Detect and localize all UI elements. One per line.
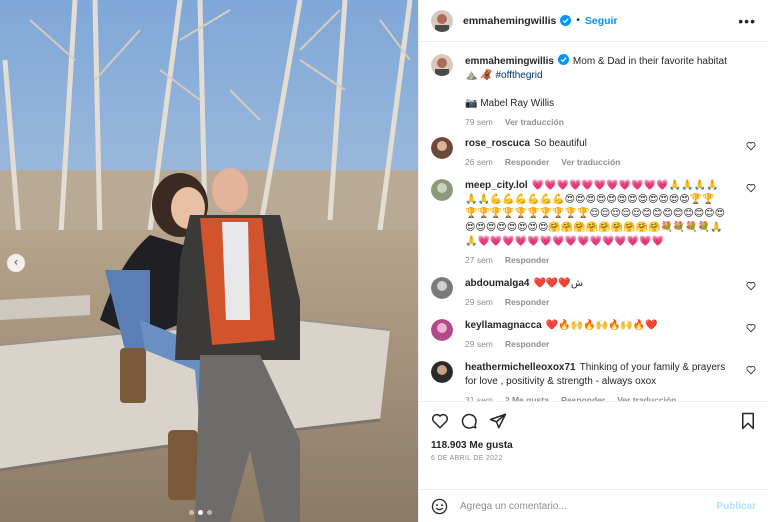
post-actions: 118.903 Me gusta 6 DE ABRIL DE 2022 xyxy=(419,401,768,489)
comment-item: rose_roscuca So beautiful 26 sem Responde… xyxy=(431,137,756,169)
instagram-post: ‹ emmahemingwillis • Seguir ••• emmahemi… xyxy=(0,0,768,522)
author-avatar[interactable] xyxy=(431,9,453,32)
like-comment-heart-icon[interactable] xyxy=(746,365,756,375)
previous-photo-button[interactable]: ‹ xyxy=(7,254,25,272)
verified-badge-icon xyxy=(557,54,569,65)
comment-meta: 29 sem Responder xyxy=(465,337,727,351)
comment-text: ❤️🔥🙌🔥🙌🔥🙌🔥❤️ xyxy=(545,320,658,331)
commenter-avatar[interactable] xyxy=(431,137,453,159)
commenter-avatar[interactable] xyxy=(431,179,453,201)
like-comment-heart-icon[interactable] xyxy=(746,281,756,291)
comment-body: abdoumalga4 ❤️❤️❤️ش 29 sem Responder xyxy=(465,277,727,309)
commenter-username[interactable]: meep_city.lol xyxy=(465,180,528,191)
more-options-icon[interactable]: ••• xyxy=(738,13,756,29)
post-photo[interactable]: ‹ xyxy=(0,0,418,522)
like-comment-heart-icon[interactable] xyxy=(746,183,756,193)
comment-text: ❤️❤️❤️ش xyxy=(533,278,584,289)
commenter-avatar[interactable] xyxy=(431,319,453,341)
emoji-smiley-icon[interactable] xyxy=(431,498,448,515)
reply-button[interactable]: Responder xyxy=(505,295,549,309)
comment-meta: 29 sem Responder xyxy=(465,295,727,309)
like-comment-heart-icon[interactable] xyxy=(746,141,756,151)
comment-item: meep_city.lol 💗💗💗💗💗💗💗💗💗💗💗🙏🙏🙏🙏🙏🙏💪💪💪💪💪💪😍😍😍😍… xyxy=(431,179,756,267)
comment-item: keyllamagnacca ❤️🔥🙌🔥🙌🔥🙌🔥❤️ 29 sem Respond… xyxy=(431,319,756,351)
commenter-username[interactable]: abdoumalga4 xyxy=(465,278,529,289)
comment-bubble-icon[interactable] xyxy=(460,412,478,430)
caption: emmahemingwillis Mom & Dad in their favor… xyxy=(431,54,756,129)
comment-time[interactable]: 29 sem xyxy=(465,295,493,309)
comment-input[interactable]: Agrega un comentario... xyxy=(460,501,567,512)
comment-item: heathermichelleoxox71 Thinking of your fa… xyxy=(431,361,756,401)
likes-count[interactable]: 118.903 Me gusta xyxy=(431,440,756,451)
carousel-dots xyxy=(189,510,212,515)
commenter-username[interactable]: heathermichelleoxox71 xyxy=(465,362,576,373)
see-translation-button[interactable]: Ver traducción xyxy=(505,115,564,129)
comment-time[interactable]: 29 sem xyxy=(465,337,493,351)
carousel-dot-active xyxy=(198,510,203,515)
commenter-username[interactable]: keyllamagnacca xyxy=(465,320,542,331)
verified-badge-icon xyxy=(560,15,572,26)
carousel-dot xyxy=(189,510,194,515)
comment-time[interactable]: 27 sem xyxy=(465,253,493,267)
caption-avatar[interactable] xyxy=(431,54,453,76)
commenter-avatar[interactable] xyxy=(431,277,453,299)
comment-body: meep_city.lol 💗💗💗💗💗💗💗💗💗💗💗🙏🙏🙏🙏🙏🙏💪💪💪💪💪💪😍😍😍😍… xyxy=(465,179,727,267)
caption-time[interactable]: 79 sem xyxy=(465,115,493,129)
header-separator: • xyxy=(576,15,580,26)
comment-time[interactable]: 26 sem xyxy=(465,155,493,169)
caption-meta: 79 sem Ver traducción xyxy=(465,115,727,129)
author-username[interactable]: emmahemingwillis xyxy=(463,15,556,27)
comment-meta: 27 sem Responder xyxy=(465,253,727,267)
publish-button[interactable]: Publicar xyxy=(717,501,756,512)
post-details-panel: emmahemingwillis • Seguir ••• emmaheming… xyxy=(418,0,768,522)
caption-body: emmahemingwillis Mom & Dad in their favor… xyxy=(465,54,727,129)
carousel-dot xyxy=(207,510,212,515)
comment-item: abdoumalga4 ❤️❤️❤️ش 29 sem Responder xyxy=(431,277,756,309)
caption-username[interactable]: emmahemingwillis xyxy=(465,56,554,67)
photo-credit: 📷 Mabel Ray Willis xyxy=(465,98,555,109)
comment-body: rose_roscuca So beautiful 26 sem Responde… xyxy=(465,137,727,169)
save-bookmark-icon[interactable] xyxy=(740,412,756,430)
see-translation-button[interactable]: Ver traducción xyxy=(561,155,620,169)
post-header: emmahemingwillis • Seguir ••• xyxy=(419,0,768,42)
reply-button[interactable]: Responder xyxy=(505,337,549,351)
action-icons xyxy=(431,410,756,432)
comments-list[interactable]: emmahemingwillis Mom & Dad in their favor… xyxy=(419,42,768,401)
photo-image xyxy=(0,0,418,522)
comment-likes-count[interactable]: 2 Me gusta xyxy=(505,393,549,401)
like-heart-icon[interactable] xyxy=(431,412,449,430)
comment-text: So beautiful xyxy=(534,138,587,149)
hashtag-link[interactable]: #offthegrid xyxy=(495,70,542,81)
comment-body: heathermichelleoxox71 Thinking of your fa… xyxy=(465,361,727,401)
add-comment-bar: Agrega un comentario... Publicar xyxy=(419,489,768,522)
see-translation-button[interactable]: Ver traducción xyxy=(617,393,676,401)
share-paper-plane-icon[interactable] xyxy=(489,412,507,430)
follow-button[interactable]: Seguir xyxy=(585,15,618,27)
reply-button[interactable]: Responder xyxy=(505,155,549,169)
reply-button[interactable]: Responder xyxy=(505,253,549,267)
commenter-username[interactable]: rose_roscuca xyxy=(465,138,530,149)
comment-body: keyllamagnacca ❤️🔥🙌🔥🙌🔥🙌🔥❤️ 29 sem Respond… xyxy=(465,319,727,351)
like-comment-heart-icon[interactable] xyxy=(746,323,756,333)
commenter-avatar[interactable] xyxy=(431,361,453,383)
comment-meta: 31 sem 2 Me gusta Responder Ver traducci… xyxy=(465,393,727,401)
comment-meta: 26 sem Responder Ver traducción xyxy=(465,155,727,169)
comment-time[interactable]: 31 sem xyxy=(465,393,493,401)
post-date[interactable]: 6 DE ABRIL DE 2022 xyxy=(431,455,756,462)
reply-button[interactable]: Responder xyxy=(561,393,605,401)
